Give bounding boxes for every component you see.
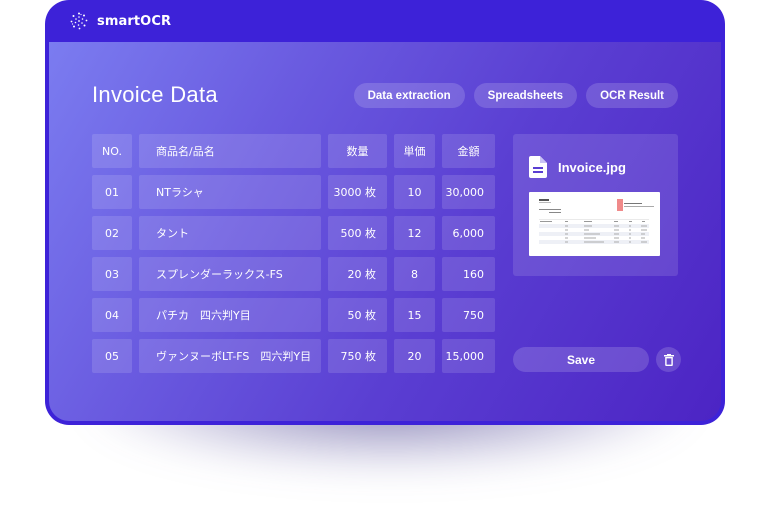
cell-qty[interactable]: 20 枚 <box>328 257 387 291</box>
table-row: 01 NTラシャ 3000 枚 10 30,000 <box>92 175 495 209</box>
cell-qty[interactable]: 50 枚 <box>328 298 387 332</box>
table-row: 04 パチカ 四六判Y目 50 枚 15 750 <box>92 298 495 332</box>
cell-price[interactable]: 20 <box>394 339 435 373</box>
cell-amount[interactable]: 6,000 <box>442 216 495 250</box>
invoice-thumbnail-image <box>539 199 654 244</box>
document-icon <box>529 156 547 178</box>
tab-data-extraction[interactable]: Data extraction <box>353 83 465 108</box>
tab-spreadsheets[interactable]: Spreadsheets <box>473 83 578 108</box>
cell-amount[interactable]: 160 <box>442 257 495 291</box>
cell-price[interactable]: 8 <box>394 257 435 291</box>
app-window: smartOCR Invoice Data Data extraction Sp… <box>45 0 725 425</box>
cell-price[interactable]: 15 <box>394 298 435 332</box>
tab-bar: Data extraction Spreadsheets OCR Result <box>353 83 678 108</box>
cell-amount[interactable]: 750 <box>442 298 495 332</box>
header-name: 商品名/品名 <box>139 134 321 168</box>
cell-no[interactable]: 05 <box>92 339 132 373</box>
file-preview-card: Invoice.jpg <box>513 134 678 276</box>
delete-button[interactable] <box>656 347 681 372</box>
cell-price[interactable]: 10 <box>394 175 435 209</box>
cell-amount[interactable]: 15,000 <box>442 339 495 373</box>
file-name: Invoice.jpg <box>558 159 626 175</box>
cell-no[interactable]: 01 <box>92 175 132 209</box>
cell-price[interactable]: 12 <box>394 216 435 250</box>
trash-icon <box>663 353 674 366</box>
invoice-table: NO. 商品名/品名 数量 単価 金額 01 NTラシャ 3000 枚 10 3… <box>92 134 495 380</box>
cell-name[interactable]: タント <box>139 216 321 250</box>
sparkle-dots-icon <box>70 12 88 30</box>
invoice-thumbnail[interactable] <box>529 192 660 256</box>
table-row: 05 ヴァンヌーボLT-FS 四六判Y目 750 枚 20 15,000 <box>92 339 495 373</box>
cell-qty[interactable]: 750 枚 <box>328 339 387 373</box>
cell-amount[interactable]: 30,000 <box>442 175 495 209</box>
cell-no[interactable]: 03 <box>92 257 132 291</box>
table-row: 03 スプレンダーラックス-FS 20 枚 8 160 <box>92 257 495 291</box>
page-title: Invoice Data <box>92 82 218 107</box>
main-content: Invoice Data Data extraction Spreadsheet… <box>49 42 721 421</box>
header-qty: 数量 <box>328 134 387 168</box>
cell-no[interactable]: 04 <box>92 298 132 332</box>
header-no: NO. <box>92 134 132 168</box>
cell-qty[interactable]: 3000 枚 <box>328 175 387 209</box>
cell-no[interactable]: 02 <box>92 216 132 250</box>
cell-name[interactable]: ヴァンヌーボLT-FS 四六判Y目 <box>139 339 321 373</box>
title-bar: smartOCR <box>45 0 725 42</box>
cell-name[interactable]: スプレンダーラックス-FS <box>139 257 321 291</box>
app-name: smartOCR <box>97 13 172 29</box>
table-header-row: NO. 商品名/品名 数量 単価 金額 <box>92 134 495 168</box>
file-header: Invoice.jpg <box>529 156 626 178</box>
header-amount: 金額 <box>442 134 495 168</box>
cell-name[interactable]: パチカ 四六判Y目 <box>139 298 321 332</box>
header-price: 単価 <box>394 134 435 168</box>
cell-name[interactable]: NTラシャ <box>139 175 321 209</box>
tab-ocr-result[interactable]: OCR Result <box>586 83 678 108</box>
save-button[interactable]: Save <box>513 347 649 372</box>
cell-qty[interactable]: 500 枚 <box>328 216 387 250</box>
table-row: 02 タント 500 枚 12 6,000 <box>92 216 495 250</box>
